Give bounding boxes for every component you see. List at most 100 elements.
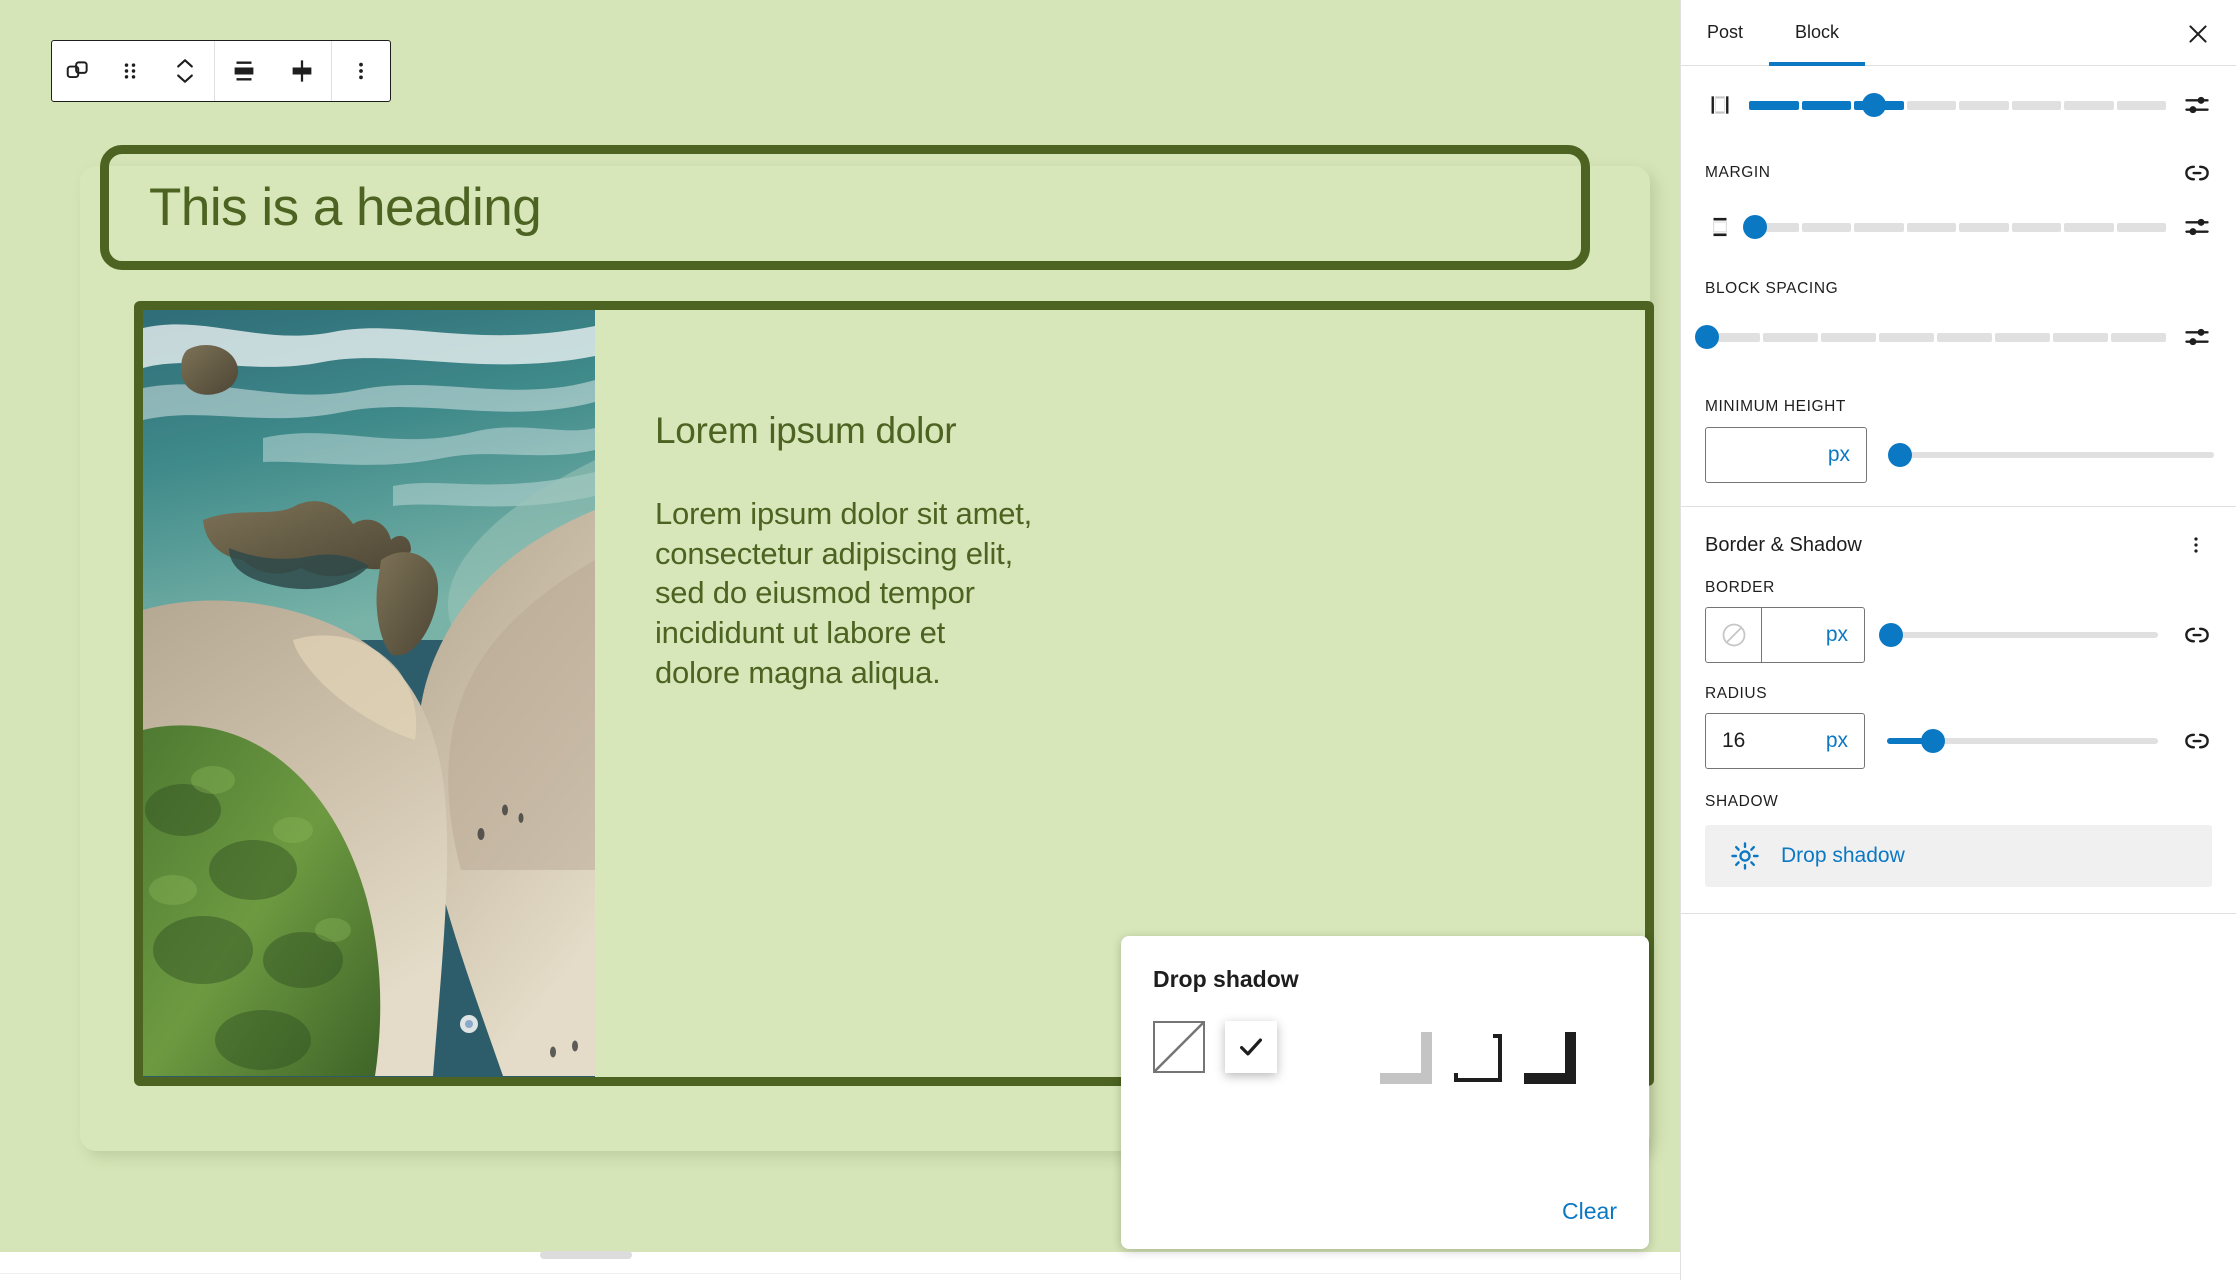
popover-title: Drop shadow <box>1153 966 1299 992</box>
shadow-label: SHADOW <box>1705 793 1779 810</box>
close-sidebar-button[interactable] <box>2176 12 2220 56</box>
tab-post[interactable]: Post <box>1681 0 1769 65</box>
media-text-heading[interactable]: Lorem ipsum dolor <box>655 410 1645 452</box>
drag-handle-button[interactable] <box>104 41 156 101</box>
border-width-input[interactable]: px <box>1705 607 1865 663</box>
radius-slider-knob[interactable] <box>1921 729 1946 753</box>
drag-handle-icon <box>124 63 136 79</box>
block-type-group-button[interactable] <box>52 41 104 101</box>
more-options-button[interactable] <box>332 41 390 101</box>
radius-slider[interactable] <box>1887 729 2158 753</box>
border-width-slider-knob[interactable] <box>1879 623 1904 647</box>
sidebar-divider-2 <box>1681 913 2236 914</box>
border-width-slider[interactable] <box>1879 623 2158 647</box>
sliders-icon <box>2185 218 2209 236</box>
border-width-slider-track <box>1887 632 2158 638</box>
radius-unit[interactable]: px <box>1826 729 1848 753</box>
radius-value: 16 <box>1722 729 1746 752</box>
block-spacing-label: BLOCK SPACING <box>1705 280 1839 297</box>
padding-slider[interactable] <box>1749 93 2166 117</box>
border-shadow-title: Border & Shadow <box>1705 533 1862 556</box>
border-link-button[interactable] <box>2180 620 2214 650</box>
margin-link-button[interactable] <box>2180 158 2214 188</box>
margin-vertical-icon <box>1705 214 1735 240</box>
shadow-swatch-none[interactable] <box>1153 1021 1205 1073</box>
minimum-height-control-row: px <box>1681 416 2236 494</box>
block-toolbar <box>51 40 391 102</box>
sliders-icon <box>2185 96 2209 114</box>
shadow-swatch-deep[interactable] <box>1297 1021 1349 1073</box>
border-label: BORDER <box>1705 579 1775 596</box>
minimum-height-slider[interactable] <box>1887 443 2214 467</box>
group-block-icon <box>66 61 88 79</box>
shadow-swatch-outlined[interactable] <box>1441 1021 1493 1073</box>
editor-canvas: This is a heading Lorem ipsum dolor Lore… <box>0 0 1680 1280</box>
block-spacing-control-row <box>1681 298 2236 376</box>
settings-sidebar: Post Block MARGIN BLOCK SPACING MINIMUM … <box>1680 0 2236 1280</box>
media-column[interactable] <box>143 310 595 1077</box>
minimum-height-unit[interactable]: px <box>1828 443 1850 467</box>
minimum-height-label: MINIMUM HEIGHT <box>1705 398 1846 415</box>
minimum-height-slider-knob[interactable] <box>1887 443 1912 467</box>
beach-photo-image <box>143 310 595 1076</box>
toolbar-group-align <box>214 41 331 101</box>
radius-label: RADIUS <box>1705 685 1768 702</box>
drop-shadow-popover: Drop shadow Clear <box>1121 936 1649 1249</box>
shadow-swatch-natural[interactable] <box>1225 1021 1277 1073</box>
link-unlinked-icon <box>2185 733 2209 749</box>
shadow-swatch-sharp[interactable] <box>1369 1021 1421 1073</box>
block-spacing-slider[interactable] <box>1695 325 2166 349</box>
margin-slider-track <box>1749 222 2166 232</box>
canvas-resize-handle[interactable] <box>540 1251 632 1259</box>
heading-block[interactable]: This is a heading <box>100 145 1590 270</box>
no-shadow-icon <box>1154 1022 1204 1072</box>
margin-options-button[interactable] <box>2180 213 2214 241</box>
heading-text[interactable]: This is a heading <box>149 177 542 238</box>
no-color-icon <box>1722 623 1745 647</box>
margin-label-row: MARGIN <box>1681 158 2236 188</box>
link-unlinked-icon <box>2185 165 2209 181</box>
media-text-paragraph[interactable]: Lorem ipsum dolor sit amet, consectetur … <box>655 494 1035 692</box>
radius-link-button[interactable] <box>2180 726 2214 756</box>
vertical-align-button[interactable] <box>215 41 273 101</box>
radius-control-row: 16 px <box>1681 703 2236 779</box>
block-spacing-slider-knob[interactable] <box>1695 325 1720 349</box>
border-width-unit[interactable]: px <box>1826 623 1864 647</box>
minimum-height-input[interactable]: px <box>1705 427 1867 483</box>
link-unlinked-icon <box>2185 627 2209 643</box>
padding-slider-track <box>1749 100 2166 110</box>
margin-slider-knob[interactable] <box>1743 215 1768 239</box>
margin-slider[interactable] <box>1743 215 2166 239</box>
shadow-sun-icon <box>1731 842 1759 870</box>
clear-shadow-button[interactable]: Clear <box>1562 1198 1617 1225</box>
border-shadow-options-button[interactable] <box>2178 527 2214 563</box>
padding-slider-knob[interactable] <box>1862 93 1887 117</box>
block-spacing-options-button[interactable] <box>2180 323 2214 351</box>
padding-options-button[interactable] <box>2180 91 2214 119</box>
toolbar-group-primary <box>52 41 214 101</box>
shadow-value-label: Drop shadow <box>1781 844 1905 867</box>
padding-control-row <box>1681 66 2236 144</box>
kebab-vertical-icon <box>359 62 363 80</box>
padding-sides-icon <box>1705 92 1735 118</box>
sidebar-divider-1 <box>1681 506 2236 507</box>
move-updown-button[interactable] <box>156 41 214 101</box>
border-control-row: px <box>1681 597 2236 673</box>
justify-stretch-button[interactable] <box>273 41 331 101</box>
border-color-swatch[interactable] <box>1706 607 1762 663</box>
sidebar-body: MARGIN BLOCK SPACING MINIMUM HEIGHT px B… <box>1681 66 2236 914</box>
close-icon <box>2189 25 2207 43</box>
shadow-swatch-list <box>1153 1021 1617 1073</box>
canvas-bottom-divider <box>0 1273 1680 1274</box>
tab-block[interactable]: Block <box>1769 0 1866 66</box>
chevron-up-down-icon <box>177 59 193 83</box>
check-icon <box>1240 1038 1262 1056</box>
shadow-value-button[interactable]: Drop shadow <box>1705 825 2212 887</box>
margin-label: MARGIN <box>1705 164 1771 181</box>
kebab-vertical-icon <box>2194 537 2198 553</box>
shadow-swatch-crisp[interactable] <box>1513 1021 1565 1073</box>
minimum-height-slider-track <box>1895 452 2214 458</box>
align-vertical-center-icon <box>234 61 254 81</box>
sidebar-tabs: Post Block <box>1681 0 2236 66</box>
radius-input[interactable]: 16 px <box>1705 713 1865 769</box>
